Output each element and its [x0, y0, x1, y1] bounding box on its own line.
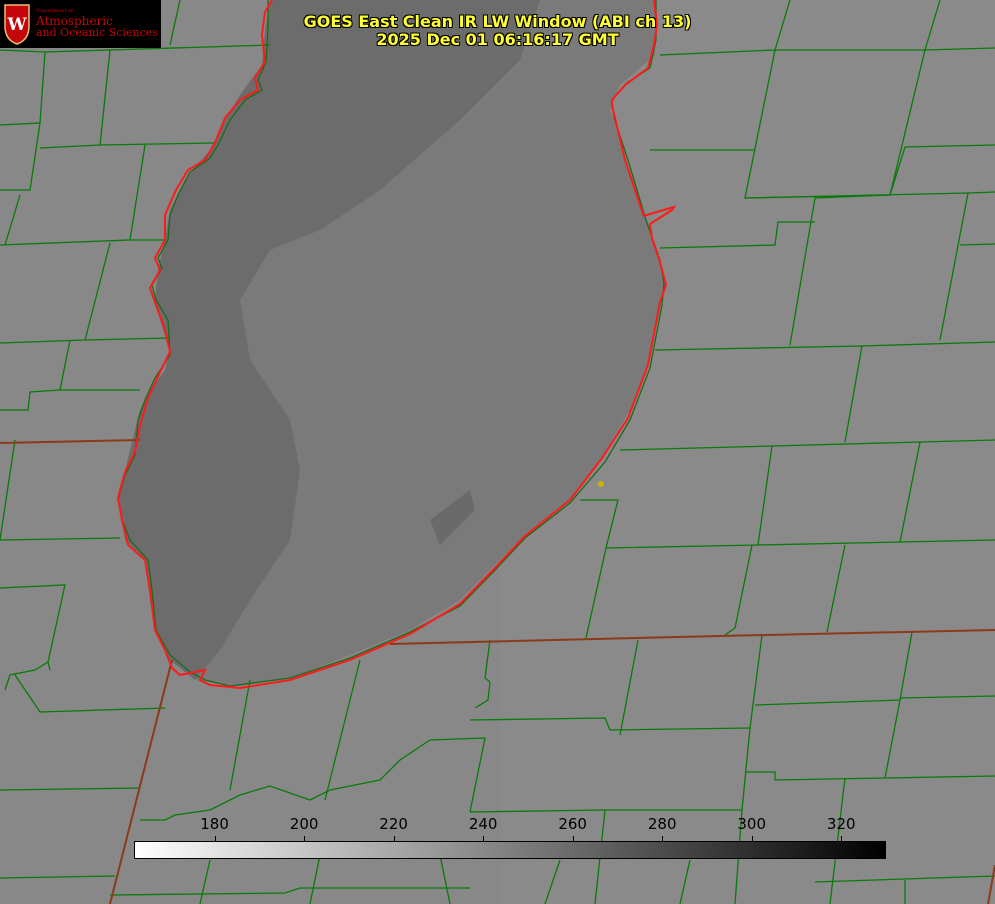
colorbar-tick-mark: [214, 836, 216, 841]
colorbar-tick-mark: [662, 836, 664, 841]
colorbar: [134, 841, 886, 859]
image-title: GOES East Clean IR LW Window (ABI ch 13): [303, 12, 692, 31]
colorbar-tick-label: 240: [468, 815, 498, 833]
colorbar-tick-mark: [483, 836, 485, 841]
colorbar-tick-label: 260: [558, 815, 587, 833]
satellite-map-view: W Department of Atmospheric and Oceanic …: [0, 0, 995, 904]
colorbar-tick-label: 220: [379, 815, 408, 833]
colorbar-tick-mark: [751, 836, 753, 841]
image-timestamp: 2025 Dec 01 06:16:17 GMT: [376, 30, 619, 49]
colorbar-tick-label: 200: [289, 815, 319, 833]
colorbar-tick-label: 180: [200, 815, 229, 833]
station-marker: [598, 481, 604, 487]
colorbar-tick-mark: [841, 836, 843, 841]
colorbar-tick-mark: [304, 836, 306, 841]
map-canvas: [0, 0, 995, 904]
colorbar-tick-label: 320: [826, 815, 856, 833]
colorbar-tick-mark: [572, 836, 574, 841]
colorbar-tick-mark: [393, 836, 395, 841]
colorbar-tick-label: 300: [737, 815, 767, 833]
colorbar-tick-label: 280: [647, 815, 677, 833]
